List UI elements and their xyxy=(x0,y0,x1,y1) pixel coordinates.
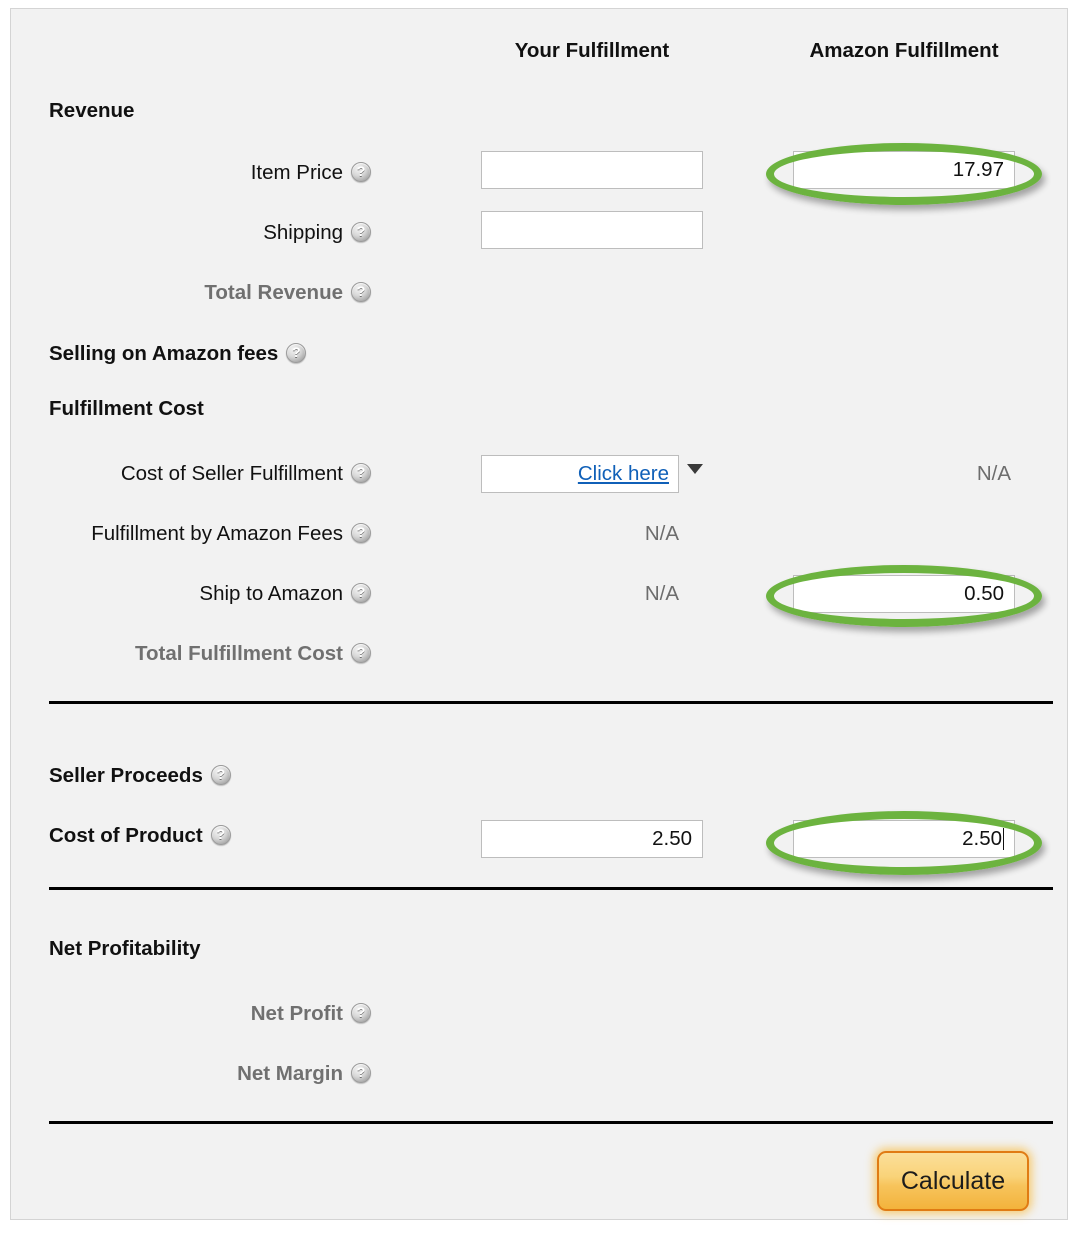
help-icon-total-fulfillment-cost[interactable] xyxy=(351,643,371,663)
row-total-revenue: Total Revenue xyxy=(11,271,1067,315)
label-net-profit: Net Profit xyxy=(11,992,371,1036)
label-net-margin: Net Margin xyxy=(11,1052,371,1096)
label-cost-of-seller-fulfillment: Cost of Seller Fulfillment xyxy=(11,452,371,496)
section-header-seller-proceeds-text: Seller Proceeds xyxy=(49,764,203,787)
label-net-margin-text: Net Margin xyxy=(237,1062,343,1085)
row-ship-to-amazon: Ship to Amazon N/A 0.50 xyxy=(11,572,1067,616)
value-fulfillment-by-amazon-fees-your: N/A xyxy=(644,522,679,545)
help-icon-shipping[interactable] xyxy=(351,222,371,242)
help-icon-item-price[interactable] xyxy=(351,162,371,182)
fba-revenue-calculator-panel: Your Fulfillment Amazon Fulfillment Reve… xyxy=(10,8,1068,1220)
label-total-fulfillment-cost-text: Total Fulfillment Cost xyxy=(134,642,343,665)
label-ship-to-amazon: Ship to Amazon xyxy=(11,572,371,616)
label-cost-of-product: Cost of Product xyxy=(49,814,231,858)
label-total-revenue-text: Total Revenue xyxy=(204,281,343,304)
section-header-fulfillment-cost: Fulfillment Cost xyxy=(49,397,204,420)
help-icon-net-margin[interactable] xyxy=(351,1063,371,1083)
input-cost-of-product-amazon-value: 2.50 xyxy=(962,827,1002,850)
label-shipping-text: Shipping xyxy=(263,221,343,244)
row-fulfillment-by-amazon-fees: Fulfillment by Amazon Fees N/A xyxy=(11,512,1067,556)
row-shipping: Shipping xyxy=(11,211,1067,255)
value-cost-of-seller-fulfillment-amazon: N/A xyxy=(976,462,1011,485)
divider-above-seller-proceeds xyxy=(49,701,1053,704)
help-icon-ship-to-amazon[interactable] xyxy=(351,583,371,603)
label-cost-of-product-text: Cost of Product xyxy=(49,824,203,847)
column-header-amazon-fulfillment: Amazon Fulfillment xyxy=(809,39,999,62)
divider-above-net-profitability xyxy=(49,887,1053,890)
label-fulfillment-by-amazon-fees: Fulfillment by Amazon Fees xyxy=(11,512,371,556)
dropdown-cost-of-seller-fulfillment-link[interactable]: Click here xyxy=(578,462,669,485)
chevron-down-icon-cost-of-seller-fulfillment[interactable] xyxy=(687,464,703,474)
section-header-net-profitability: Net Profitability xyxy=(49,937,201,960)
label-cost-of-seller-fulfillment-text: Cost of Seller Fulfillment xyxy=(120,462,343,485)
help-icon-cost-of-product[interactable] xyxy=(210,825,231,845)
label-item-price: Item Price xyxy=(11,151,371,195)
row-cost-of-seller-fulfillment: Cost of Seller Fulfillment Click here N/… xyxy=(11,452,1067,496)
help-icon-selling-on-amazon-fees[interactable] xyxy=(286,343,307,363)
section-header-revenue: Revenue xyxy=(49,99,135,122)
input-ship-to-amazon-amazon[interactable]: 0.50 xyxy=(793,575,1015,613)
label-total-revenue: Total Revenue xyxy=(11,271,371,315)
label-shipping: Shipping xyxy=(11,211,371,255)
text-cursor xyxy=(1003,828,1004,850)
input-cost-of-product-amazon[interactable]: 2.50 xyxy=(793,820,1015,858)
dropdown-cost-of-seller-fulfillment[interactable]: Click here xyxy=(481,455,703,493)
row-net-profit: Net Profit xyxy=(11,992,1067,1036)
input-shipping-your[interactable] xyxy=(481,211,703,249)
label-total-fulfillment-cost: Total Fulfillment Cost xyxy=(11,632,371,676)
help-icon-cost-of-seller-fulfillment[interactable] xyxy=(351,463,371,483)
label-ship-to-amazon-text: Ship to Amazon xyxy=(199,582,343,605)
row-item-price: Item Price 17.97 xyxy=(11,151,1067,195)
input-item-price-amazon[interactable]: 17.97 xyxy=(793,151,1015,189)
section-header-seller-proceeds: Seller Proceeds xyxy=(49,754,231,798)
dropdown-cost-of-seller-fulfillment-box[interactable]: Click here xyxy=(481,455,679,493)
section-header-selling-on-amazon-fees: Selling on Amazon fees xyxy=(49,332,307,376)
label-net-profit-text: Net Profit xyxy=(250,1002,343,1025)
row-net-margin: Net Margin xyxy=(11,1052,1067,1096)
help-icon-net-profit[interactable] xyxy=(351,1003,371,1023)
section-header-selling-on-amazon-fees-text: Selling on Amazon fees xyxy=(49,342,279,365)
help-icon-seller-proceeds[interactable] xyxy=(210,765,231,785)
input-item-price-your[interactable] xyxy=(481,151,703,189)
label-item-price-text: Item Price xyxy=(250,161,343,184)
row-total-fulfillment-cost: Total Fulfillment Cost xyxy=(11,632,1067,676)
input-cost-of-product-your[interactable]: 2.50 xyxy=(481,820,703,858)
help-icon-total-revenue[interactable] xyxy=(351,282,371,302)
help-icon-fulfillment-by-amazon-fees[interactable] xyxy=(351,523,371,543)
divider-above-calculate xyxy=(49,1121,1053,1124)
label-fulfillment-by-amazon-fees-text: Fulfillment by Amazon Fees xyxy=(91,522,343,545)
column-header-your-fulfillment: Your Fulfillment xyxy=(514,39,670,62)
calculate-button[interactable]: Calculate xyxy=(877,1151,1029,1211)
value-ship-to-amazon-your: N/A xyxy=(644,582,679,605)
